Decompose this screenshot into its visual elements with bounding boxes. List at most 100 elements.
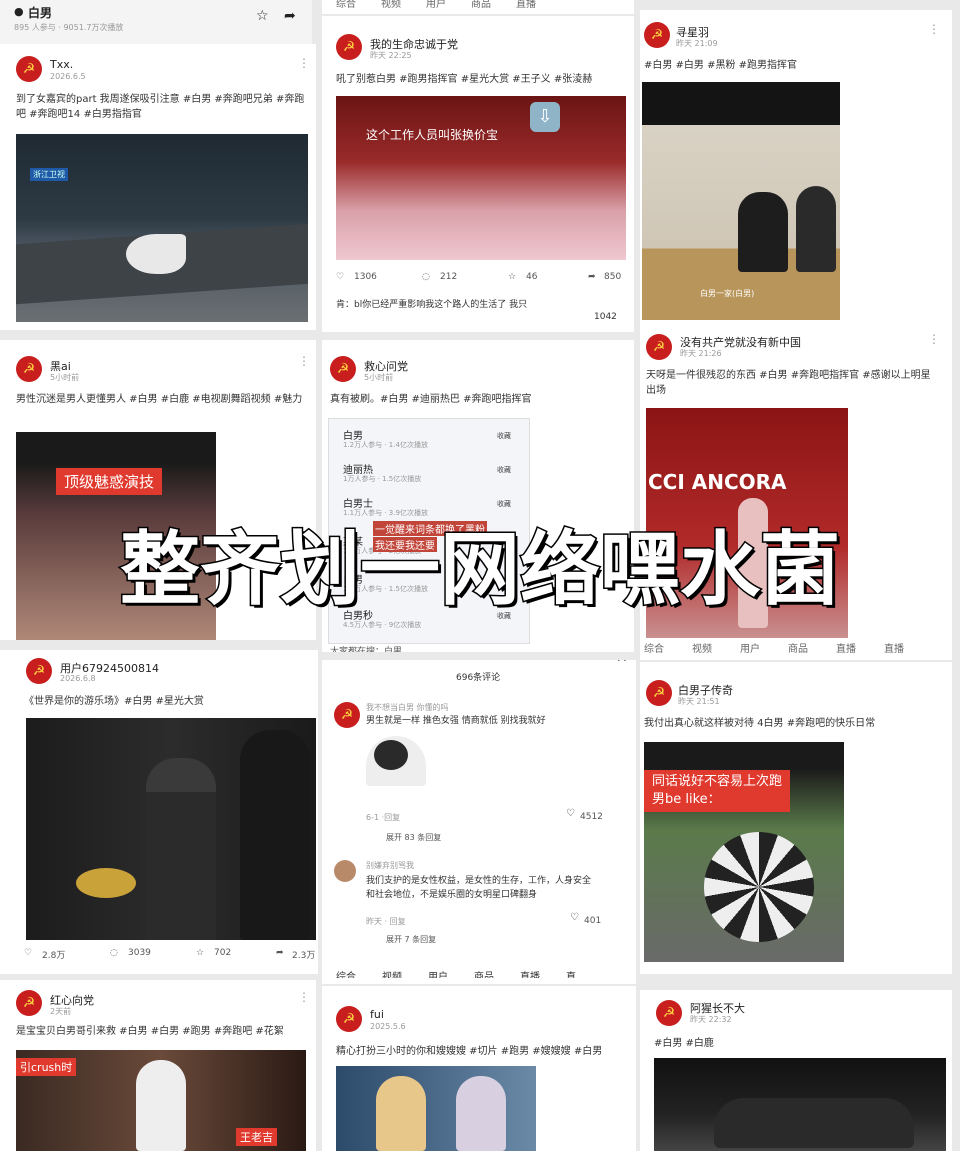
avatar[interactable]: ☭ xyxy=(336,1006,362,1032)
person-shape xyxy=(136,1060,186,1151)
search-row[interactable]: 白男 1.2万人参与 · 1.4亿次播放 收藏 xyxy=(337,425,517,453)
top-tab-strip: 综合 视频 用户 商品 直播 xyxy=(322,0,634,14)
collect-button[interactable]: 收藏 xyxy=(497,499,511,509)
expand-replies-2[interactable]: 展开 7 条回复 xyxy=(386,934,436,945)
comment-count: 212 xyxy=(440,272,458,282)
comment-icon[interactable]: ◌ xyxy=(110,948,118,958)
tab-4[interactable]: 商品 xyxy=(474,968,494,978)
post-card-1[interactable]: ☭ Txx. 2026.6.5 ⋮ 到了女嘉宾的part 我周遂保吸引注意 #白… xyxy=(0,44,316,330)
search-row[interactable]: 迪丽热 1万人参与 · 1.5亿次播放 收藏 xyxy=(337,459,517,487)
post-video[interactable]: 白男一家(白男) xyxy=(642,82,840,320)
post-text: 到了女嘉宾的part 我周遂保吸引注意 #白男 #奔跑吧兄弟 #奔跑吧 #奔跑吧… xyxy=(16,94,305,120)
star-icon[interactable]: ☆ xyxy=(196,948,204,958)
overlay-title: 整齐划一网络嘿水菌 xyxy=(119,522,842,618)
post-video[interactable]: 引crush时 王老吉 xyxy=(16,1050,306,1151)
collect-button[interactable]: 收藏 xyxy=(497,465,511,475)
post-card-7[interactable]: ☭ 用户67924500814 2026.6.8 《世界是你的游乐场》#白男 #… xyxy=(0,650,318,974)
avatar[interactable]: ☭ xyxy=(16,356,42,382)
tab-6[interactable]: 直播 xyxy=(884,640,904,655)
commenter-name-2[interactable]: 别嫌弃别骂我 xyxy=(366,860,414,871)
username[interactable]: fui xyxy=(370,1008,384,1021)
tab-5[interactable]: 直播 xyxy=(516,0,536,10)
tab-1[interactable]: 综合 xyxy=(336,0,356,10)
comment-time-2: 昨天 · 回复 xyxy=(366,917,406,926)
comment-like-icon[interactable]: ♡ xyxy=(566,808,575,819)
post-time: 2026.6.5 xyxy=(50,72,86,81)
video-subtitle: 白男一家(白男) xyxy=(700,289,755,298)
post-card-9[interactable]: ☭ 白男子传奇 昨天 21:51 我付出真心就这样被对待 4白男 #奔跑吧的快乐… xyxy=(640,662,952,974)
close-icon[interactable]: ✕ xyxy=(616,660,628,666)
tab-3[interactable]: 用户 xyxy=(428,968,448,978)
avatar[interactable]: ☭ xyxy=(16,990,42,1016)
download-icon[interactable]: ⇩ xyxy=(530,102,560,132)
person-shape xyxy=(376,1076,426,1151)
post-video[interactable] xyxy=(654,1058,946,1151)
avatar-2[interactable] xyxy=(334,860,356,882)
share-icon[interactable]: ➦ xyxy=(284,8,296,24)
tab-5[interactable]: 直播 xyxy=(520,968,540,978)
star-icon[interactable]: ☆ xyxy=(508,272,516,282)
like-icon[interactable]: ♡ xyxy=(24,948,32,958)
share-icon[interactable]: ➦ xyxy=(276,948,284,958)
star-icon[interactable]: ☆ xyxy=(256,8,269,24)
tab-1[interactable]: 综合 xyxy=(336,968,356,978)
post-video[interactable]: 浙江卫视 xyxy=(16,134,308,322)
post-time: 2天前 xyxy=(50,1007,72,1016)
avatar[interactable]: ☭ xyxy=(26,658,52,684)
person-shape xyxy=(146,758,216,940)
avatar[interactable]: ☭ xyxy=(644,22,670,48)
post-card-11[interactable]: ☭ fui 2025.5.6 精心打扮三小时的你和嫂嫂嫂 #切片 #跑男 #嫂嫂… xyxy=(322,986,636,1151)
post-video[interactable]: 同话说好不容易上次跑男be like： xyxy=(644,742,844,962)
post-card-10[interactable]: ☭ 红心向党 2天前 ⋮ 是宝宝贝白男哥引来救 #白男 #白男 #跑男 #奔跑吧… xyxy=(0,980,316,1151)
expand-replies[interactable]: 展开 83 条回复 xyxy=(386,832,441,843)
comment-like-count: 1042 xyxy=(594,312,617,322)
post-card-2[interactable]: ☭ 我的生命忠诚于党 昨天 22:25 吼了别惹白男 #跑男指挥官 #星光大赏 … xyxy=(322,16,634,332)
avatar[interactable]: ☭ xyxy=(336,34,362,60)
comment-icon[interactable]: ◌ xyxy=(422,272,430,282)
tab-1[interactable]: 综合 xyxy=(644,640,664,655)
tab-2[interactable]: 视频 xyxy=(382,968,402,978)
like-icon[interactable]: ♡ xyxy=(336,272,344,282)
avatar[interactable]: ☭ xyxy=(16,56,42,82)
more-icon[interactable]: ⋮ xyxy=(928,332,940,346)
post-card-12[interactable]: ☭ 阿猩长不大 昨天 22:32 #白男 #白鹿 xyxy=(640,990,952,1151)
tab-4[interactable]: 商品 xyxy=(471,0,491,10)
avatar[interactable]: ☭ xyxy=(330,356,356,382)
share-count: 2.3万 xyxy=(292,951,316,961)
stats-row: ♡ 1306 ◌ 212 ☆ 46 ➦ 850 xyxy=(336,272,626,288)
username[interactable]: Txx. xyxy=(50,58,73,71)
post-text: #白男 #白男 #黑粉 #跑男指挥官 xyxy=(644,60,798,71)
tab-2[interactable]: 视频 xyxy=(381,0,401,10)
post-card-3[interactable]: ☭ 寻星羽 昨天 21:09 ⋮ #白男 #白男 #黑粉 #跑男指挥官 白男一家… xyxy=(640,10,952,330)
avatar[interactable]: ☭ xyxy=(646,680,672,706)
comment-like-icon-2[interactable]: ♡ xyxy=(570,912,579,923)
collect-button[interactable]: 收藏 xyxy=(497,431,511,441)
comments-panel: 696条评论 ✕ ☭ 我不想当白男 你懂的吗 男生就是一样 推色女强 情商就低 … xyxy=(322,660,636,978)
more-icon[interactable]: ⋮ xyxy=(298,354,310,368)
tab-3[interactable]: 用户 xyxy=(740,640,760,655)
search-row[interactable]: 白男士 1.1万人参与 · 3.9亿次播放 收藏 xyxy=(337,493,517,521)
avatar[interactable]: ☭ xyxy=(656,1000,682,1026)
more-icon[interactable]: ⋮ xyxy=(928,22,940,36)
tab-3[interactable]: 用户 xyxy=(426,0,446,10)
post-time: 昨天 21:26 xyxy=(680,349,722,358)
avatar[interactable]: ☭ xyxy=(334,702,360,728)
top-comment: 肯：bl你已经严重影响我这个路人的生活了 我只 xyxy=(336,300,528,310)
tab-5[interactable]: 直播 xyxy=(836,640,856,655)
post-text: 天呀是一件很残忍的东西 #白男 #奔跑吧指挥官 #感谢以上明星出场 xyxy=(646,370,931,396)
commenter-name[interactable]: 我不想当白男 你懂的吗 xyxy=(366,702,449,713)
tab-2[interactable]: 视频 xyxy=(692,640,712,655)
post-text: #白男 #白鹿 xyxy=(654,1038,714,1049)
tab-4[interactable]: 商品 xyxy=(788,640,808,655)
post-video[interactable]: 这个工作人员叫张换价宝 ⇩ xyxy=(336,96,626,260)
post-video[interactable] xyxy=(336,1066,536,1151)
more-icon[interactable]: ⋮ xyxy=(298,56,310,70)
share-icon[interactable]: ➦ xyxy=(588,272,596,282)
post-video[interactable] xyxy=(26,718,316,940)
avatar[interactable]: ☭ xyxy=(646,334,672,360)
comment-count-header: 696条评论 xyxy=(456,673,501,683)
more-icon[interactable]: ⋮ xyxy=(298,990,310,1004)
person-shape-2 xyxy=(796,186,836,272)
tab-6[interactable]: 直… xyxy=(566,968,586,978)
search-row-sub: 1万人参与 · 1.5亿次播放 xyxy=(343,475,422,483)
